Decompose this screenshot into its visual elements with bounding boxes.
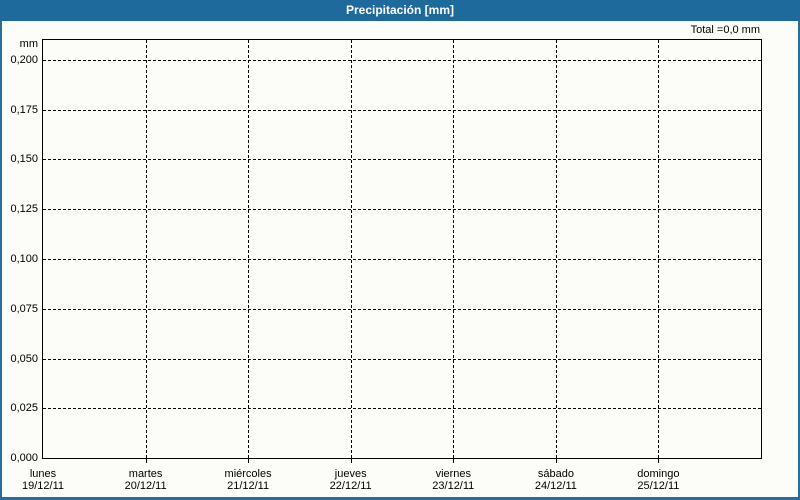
day-name: jueves [334,468,367,480]
y-axis-tick-label: 0,150 [10,153,38,166]
y-axis-tick-label: 0,025 [10,402,38,415]
day-name: lunes [29,468,57,480]
y-axis-tick-label: 0,000 [10,452,38,464]
day-date: 20/12/11 [124,480,167,492]
x-axis-day-label: jueves 22/12/11 [299,468,402,492]
horizontal-gridline [43,408,761,410]
day-name: martes [128,468,163,480]
chart-title: Precipitación [mm] [345,3,455,17]
day-date: 19/12/11 [21,480,64,492]
vertical-gridline [145,40,147,458]
vertical-gridline [658,40,660,458]
chart-body: Total =0,0 mm mm 0,200 0,175 0,150 0,125 0,1… [2,21,798,497]
day-date: 23/12/11 [432,480,475,492]
y-axis-tick-label: 0,175 [10,103,38,116]
day-name: sábado [537,468,574,480]
x-axis-tick [555,459,557,463]
x-axis-tick [658,459,660,463]
day-name: viernes [435,468,472,480]
x-axis-tick [145,459,147,463]
y-axis-tick-label: 0,125 [10,203,38,216]
day-name: miércoles [224,468,272,480]
precipitation-chart-window: Precipitación [mm] Total =0,0 mm mm 0,20… [0,0,800,500]
horizontal-gridline [43,358,761,360]
x-axis-tick [453,459,455,463]
y-axis-unit-label: mm [19,38,38,50]
total-precipitation-label: Total =0,0 mm [690,24,760,36]
chart-title-bar: Precipitación [mm] [0,0,800,21]
x-axis-day-label: domingo 25/12/11 [607,468,710,492]
horizontal-gridline [43,209,761,211]
day-date: 24/12/11 [534,480,577,492]
x-axis-day-label: miércoles 21/12/11 [197,468,300,492]
plot-area [42,39,762,459]
horizontal-gridline [43,259,761,260]
vertical-gridline [453,40,455,458]
y-axis-tick-label: 0,075 [10,302,38,315]
y-axis-tick-label: 0,100 [10,253,38,265]
day-date: 25/12/11 [637,480,680,492]
vertical-gridline [350,40,352,458]
x-axis-day-label: lunes 19/12/11 [0,468,95,492]
horizontal-gridline [43,308,761,310]
vertical-gridline [555,40,557,458]
x-axis-day-label: viernes 23/12/11 [402,468,505,492]
day-name: domingo [637,468,680,480]
x-axis-tick [248,459,250,463]
horizontal-gridline [43,159,761,161]
day-date: 22/12/11 [329,480,372,492]
day-date: 21/12/11 [227,480,270,492]
horizontal-gridline [43,109,761,111]
x-axis-day-label: martes 20/12/11 [94,468,197,492]
y-axis-tick-label: 0,200 [10,53,38,66]
x-axis-day-label: sábado 24/12/11 [504,468,607,492]
y-axis-tick-label: 0,050 [10,352,38,365]
horizontal-gridline [43,59,761,61]
vertical-gridline [248,40,250,458]
x-axis-tick [350,459,352,463]
